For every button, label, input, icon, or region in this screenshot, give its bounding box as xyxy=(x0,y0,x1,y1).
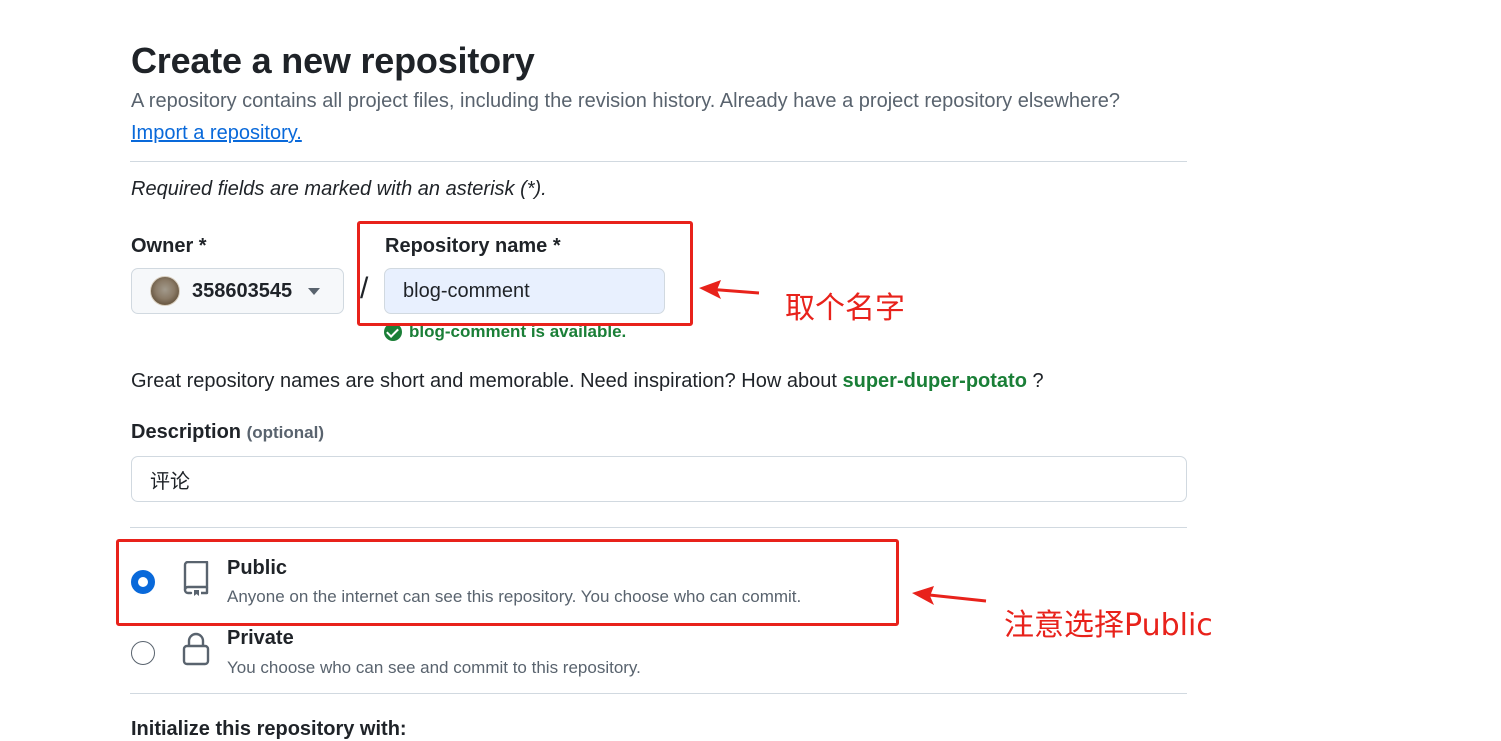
description-label-text: Description xyxy=(131,421,242,443)
description-label: Description (optional) xyxy=(131,421,324,444)
owner-dropdown[interactable]: 358603545 xyxy=(131,268,344,314)
lock-icon xyxy=(182,632,210,666)
divider xyxy=(130,161,1187,162)
divider xyxy=(130,527,1187,528)
annotation-box-public xyxy=(116,539,899,626)
caret-down-icon xyxy=(308,287,321,295)
private-title: Private xyxy=(227,627,294,649)
private-radio[interactable] xyxy=(131,641,155,665)
owner-value: 358603545 xyxy=(192,279,293,302)
annotation-arrow-icon xyxy=(912,586,987,605)
page-title: Create a new repository xyxy=(131,40,535,81)
avatar xyxy=(150,276,180,306)
optional-tag: (optional) xyxy=(246,423,325,442)
inspiration-suffix: ? xyxy=(1032,370,1044,392)
page-subtitle: A repository contains all project files,… xyxy=(131,90,1121,112)
required-fields-note: Required fields are marked with an aster… xyxy=(131,178,547,200)
name-inspiration: Great repository names are short and mem… xyxy=(131,370,1044,393)
initialize-section-title: Initialize this repository with: xyxy=(131,718,407,740)
annotation-arrow-icon xyxy=(699,280,760,299)
import-repository-link[interactable]: Import a repository. xyxy=(131,122,302,145)
divider xyxy=(130,693,1187,694)
suggested-name-link[interactable]: super-duper-potato xyxy=(842,370,1026,392)
inspiration-text: Great repository names are short and mem… xyxy=(131,370,837,392)
description-input[interactable] xyxy=(131,456,1187,502)
annotation-public-note: 注意选择Public xyxy=(1004,608,1213,643)
annotation-box-repo-name xyxy=(357,221,693,326)
annotation-name-note: 取个名字 xyxy=(785,291,905,326)
owner-label: Owner * xyxy=(131,235,207,257)
private-description: You choose who can see and commit to thi… xyxy=(227,658,641,677)
